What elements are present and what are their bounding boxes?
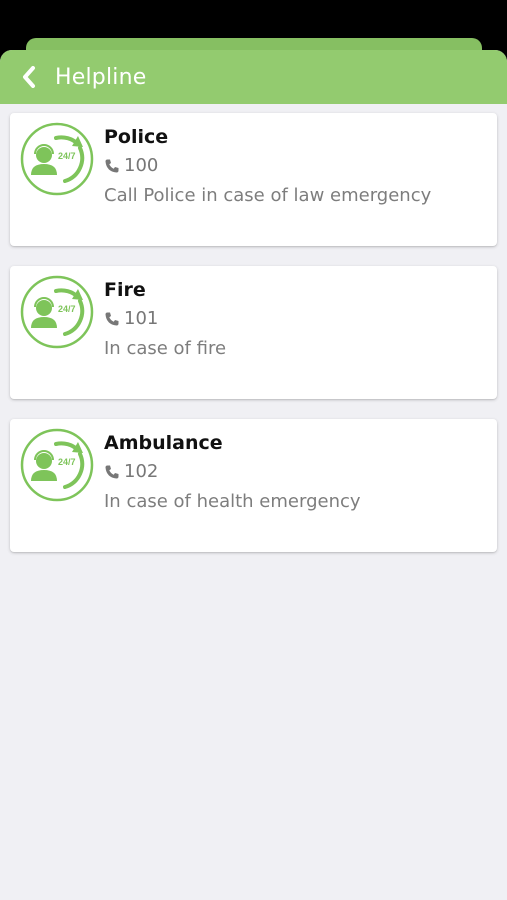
phone-row: 100 <box>104 155 158 176</box>
helpline-card-ambulance[interactable]: 24/7 Ambulance 102 In case of health eme… <box>10 419 497 552</box>
phone-row: 102 <box>104 461 158 482</box>
helpline-name: Police <box>104 126 169 148</box>
page-title: Helpline <box>55 64 147 90</box>
icon-label: 24/7 <box>58 457 76 467</box>
helpline-description: Call Police in case of law emergency <box>104 185 432 206</box>
phone-number: 100 <box>124 155 159 176</box>
helpline-sheet: Helpline 24/7 Police 100 Call Police in … <box>0 50 507 900</box>
helpline-description: In case of health emergency <box>104 491 361 512</box>
helpline-card-fire[interactable]: 24/7 Fire 101 In case of fire <box>10 266 497 399</box>
app-screen: Helpline 24/7 Police 100 Call Police in … <box>0 0 507 900</box>
phone-icon <box>105 465 119 478</box>
chevron-left-icon <box>23 66 35 88</box>
helpline-name: Fire <box>104 279 146 301</box>
phone-icon <box>105 312 119 325</box>
support-24-7-icon: 24/7 <box>20 428 94 502</box>
helpline-card-police[interactable]: 24/7 Police 100 Call Police in case of l… <box>10 113 497 246</box>
phone-number: 101 <box>124 308 159 329</box>
phone-number: 102 <box>124 461 159 482</box>
phone-row: 101 <box>104 308 158 329</box>
helpline-description: In case of fire <box>104 338 227 359</box>
support-24-7-icon: 24/7 <box>20 275 94 349</box>
icon-label: 24/7 <box>58 304 76 314</box>
phone-icon <box>105 159 119 172</box>
helpline-list: 24/7 Police 100 Call Police in case of l… <box>0 104 507 552</box>
app-header: Helpline <box>0 50 507 104</box>
icon-label: 24/7 <box>58 151 76 161</box>
back-button[interactable] <box>18 62 40 92</box>
support-24-7-icon: 24/7 <box>20 122 94 196</box>
helpline-name: Ambulance <box>104 432 223 454</box>
